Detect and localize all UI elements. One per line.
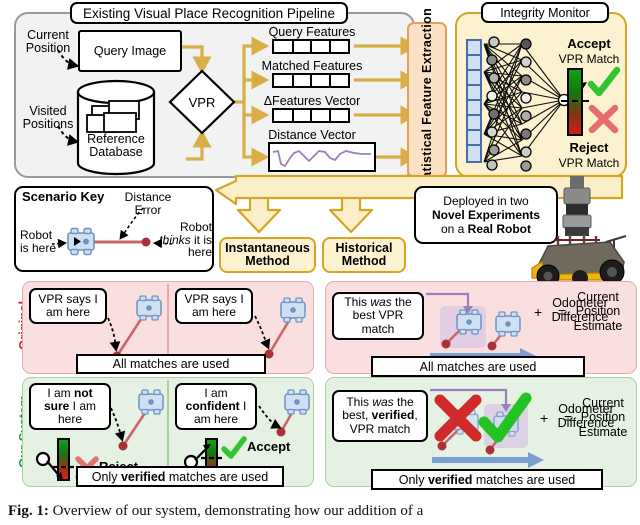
historical-method-pill[interactable]: Historical Method xyxy=(322,237,406,273)
integrity-monitor-title-text: Integrity Monitor xyxy=(500,5,590,20)
query-image-box: Query Image xyxy=(78,30,182,72)
pipeline-title-text: Existing Visual Place Recognition Pipeli… xyxy=(83,5,335,21)
visited-positions-label: Visited Positions xyxy=(22,104,74,131)
original-hist-banner: All matches are used xyxy=(371,356,585,377)
ours-inst-speech-1: I am not sure I am here xyxy=(29,383,111,430)
query-image-label: Query Image xyxy=(93,43,167,58)
scenario-key-title: Scenario Key xyxy=(22,189,105,204)
check-icon xyxy=(587,66,621,97)
original-inst-speech-2: VPR says I am here xyxy=(175,288,253,324)
original-hist-speech: This was the best VPR match xyxy=(332,292,424,340)
check-icon xyxy=(221,436,247,459)
query-features-vector xyxy=(272,39,350,54)
cross-icon xyxy=(588,104,619,134)
ours-inst-speech-2: I am confident I am here xyxy=(175,383,257,430)
distance-curve xyxy=(272,149,371,168)
distance-vector-label: Distance Vector xyxy=(268,127,356,142)
query-features-label: Query Features xyxy=(268,24,356,39)
gauge-needle-low xyxy=(35,451,75,480)
distance-vector-plot xyxy=(268,142,376,172)
query-to-vpr-arrow xyxy=(182,45,212,75)
matched-features-vector xyxy=(272,73,350,88)
reference-database-label: Reference Database xyxy=(87,132,145,159)
ours-inst-verdict-2: Accept xyxy=(247,439,291,454)
ours-hist-scenario xyxy=(430,388,544,468)
reference-database-cylinder xyxy=(76,79,156,176)
pipeline-title: Existing Visual Place Recognition Pipeli… xyxy=(70,2,348,24)
reject-sub-label: VPR Match xyxy=(558,155,620,170)
figure-number: Fig. 1: xyxy=(8,503,49,519)
integrity-verdict-icons xyxy=(587,66,621,134)
matched-features-label: Matched Features xyxy=(261,58,363,73)
original-inst-speech-1: VPR says I am here xyxy=(29,288,107,324)
database-to-vpr-arrow xyxy=(186,129,212,161)
feature-input-column xyxy=(466,39,482,163)
ours-hist-result: Current Position Estimate xyxy=(578,396,628,439)
ours-inst-banner: Only verified matches are used xyxy=(76,466,284,487)
original-hist-plus: + xyxy=(534,304,543,320)
figure-caption: Fig. 1: Overview of our system, demonstr… xyxy=(8,503,632,520)
robot-thinks-label: Robot thinks it is here xyxy=(159,220,212,260)
instantaneous-method-pill[interactable]: Instantaneous Method xyxy=(219,237,316,273)
delta-features-vector-label: ΔFeatures Vector xyxy=(263,93,361,108)
gauge-threshold-line xyxy=(561,100,589,102)
original-hist-result: Current Position Estimate xyxy=(573,290,623,333)
figure-caption-text: Overview of our system, demonstrating ho… xyxy=(48,503,424,519)
real-robot-photo xyxy=(531,176,627,288)
ours-hist-speech: This was the best, verified, VPR match xyxy=(332,390,428,442)
reject-label: Reject xyxy=(569,140,609,156)
integrity-gauge xyxy=(567,68,583,136)
existing-vpr-pipeline-panel: Query Image Current Position Visited Pos… xyxy=(14,12,419,178)
accept-sub-label: VPR Match xyxy=(558,51,620,66)
statistical-feature-extraction-box: Statistical Feature Extraction xyxy=(407,8,447,192)
ours-hist-banner: Only verified matches are used xyxy=(371,469,603,490)
ours-inst-scenario-1 xyxy=(110,389,164,451)
vpr-label: VPR xyxy=(188,94,216,110)
robot-icon-true xyxy=(67,227,95,256)
instantaneous-method-label: Instantaneous Method xyxy=(225,240,310,268)
accept-label: Accept xyxy=(567,36,611,52)
original-inst-banner: All matches are used xyxy=(76,354,266,374)
integrity-monitor-title: Integrity Monitor xyxy=(481,2,609,23)
historical-method-label: Historical Method xyxy=(335,240,393,268)
integrity-monitor-panel: Accept VPR Match Reject VPR Match xyxy=(455,12,627,178)
delta-features-vector xyxy=(272,108,350,123)
robot-is-here-label: Robot is here xyxy=(20,228,57,255)
distance-error-label: Distance Error xyxy=(124,190,172,217)
current-position-label: Current Position xyxy=(25,28,71,55)
ours-hist-plus: + xyxy=(540,410,549,426)
sfe-label: Statistical Feature Extraction xyxy=(420,7,434,193)
